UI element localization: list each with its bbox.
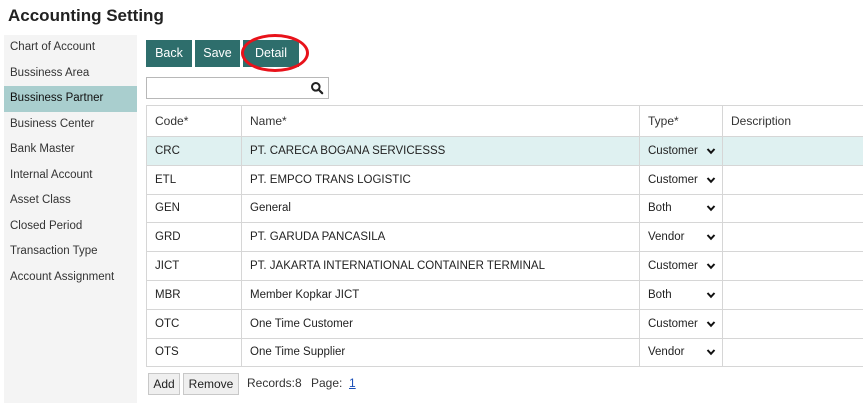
cell-type: Customer [639,164,723,195]
cell-name[interactable]: PT. EMPCO TRANS LOGISTIC [241,164,640,195]
records-count: Records:8 [247,376,302,390]
column-header-type[interactable]: Type* [639,105,723,137]
remove-button[interactable]: Remove [183,373,239,395]
table-row[interactable]: GRD PT. GARUDA PANCASILA Vendor [146,222,863,253]
table-row[interactable]: OTS One Time Supplier Vendor [146,337,863,368]
cell-code[interactable]: GRD [146,222,242,253]
cell-code[interactable]: JICT [146,251,242,281]
cell-name[interactable]: One Time Customer [241,308,640,339]
type-select-value: Vendor [648,231,685,244]
chevron-down-icon [706,263,716,270]
type-select-value: Both [648,288,672,301]
cell-code[interactable]: OTS [146,337,242,368]
cell-type: Both [639,193,723,224]
cell-description[interactable] [722,251,863,281]
page-link-1[interactable]: 1 [349,376,356,390]
table-row[interactable]: JICT PT. JAKARTA INTERNATIONAL CONTAINER… [146,251,863,281]
type-select-value: Customer [648,173,698,186]
cell-name[interactable]: One Time Supplier [241,337,640,368]
type-select[interactable]: Both [648,198,716,218]
page-title: Accounting Setting [8,6,164,25]
type-select-value: Customer [648,260,698,273]
type-select[interactable]: Customer [648,314,716,334]
business-partner-table: Code* Name* Type* Description CRC PT. CA… [146,105,863,368]
table-row[interactable]: CRC PT. CARECA BOGANA SERVICESSS Custome… [146,136,863,166]
cell-code[interactable]: GEN [146,193,242,224]
sidebar: Chart of Account Bussiness Area Bussines… [4,35,137,403]
detail-button[interactable]: Detail [243,40,299,67]
cell-name[interactable]: PT. JAKARTA INTERNATIONAL CONTAINER TERM… [241,251,640,281]
cell-name[interactable]: PT. GARUDA PANCASILA [241,222,640,253]
cell-type: Customer [639,251,723,281]
search-box [146,77,329,99]
cell-name[interactable]: PT. CARECA BOGANA SERVICESSS [241,136,640,166]
type-select[interactable]: Customer [648,170,716,190]
table-row[interactable]: OTC One Time Customer Customer [146,308,863,339]
chevron-down-icon [706,320,716,327]
type-select[interactable]: Customer [648,141,716,161]
cell-name[interactable]: Member Kopkar JICT [241,279,640,310]
column-header-code[interactable]: Code* [146,105,242,137]
sidebar-item-closed-period[interactable]: Closed Period [4,214,137,240]
cell-description[interactable] [722,308,863,339]
type-select-value: Customer [648,144,698,157]
column-header-description[interactable]: Description [722,105,863,137]
cell-code[interactable]: CRC [146,136,242,166]
cell-code[interactable]: MBR [146,279,242,310]
type-select-value: Both [648,202,672,215]
type-select[interactable]: Both [648,285,716,305]
cell-description[interactable] [722,193,863,224]
chevron-down-icon [706,292,716,299]
type-select[interactable]: Vendor [648,342,716,362]
table-row[interactable]: ETL PT. EMPCO TRANS LOGISTIC Customer [146,164,863,195]
type-select[interactable]: Customer [648,256,716,276]
sidebar-item-chart-of-account[interactable]: Chart of Account [4,35,137,61]
chevron-down-icon [706,234,716,241]
sidebar-item-bank-master[interactable]: Bank Master [4,137,137,163]
cell-type: Customer [639,136,723,166]
chevron-down-icon [706,205,716,212]
cell-code[interactable]: ETL [146,164,242,195]
save-button[interactable]: Save [195,40,240,67]
back-button[interactable]: Back [146,40,192,67]
sidebar-item-internal-account[interactable]: Internal Account [4,163,137,189]
cell-type: Vendor [639,337,723,368]
sidebar-item-bussiness-partner[interactable]: Bussiness Partner [4,86,137,112]
sidebar-item-account-assignment[interactable]: Account Assignment [4,265,137,291]
column-header-name[interactable]: Name* [241,105,640,137]
sidebar-item-business-center[interactable]: Business Center [4,112,137,138]
cell-name[interactable]: General [241,193,640,224]
cell-type: Vendor [639,222,723,253]
cell-description[interactable] [722,136,863,166]
search-input[interactable] [147,78,307,98]
table-row[interactable]: GEN General Both [146,193,863,224]
cell-description[interactable] [722,222,863,253]
type-select-value: Customer [648,317,698,330]
cell-description[interactable] [722,279,863,310]
type-select[interactable]: Vendor [648,227,716,247]
table-row[interactable]: MBR Member Kopkar JICT Both [146,279,863,310]
sidebar-item-bussiness-area[interactable]: Bussiness Area [4,61,137,87]
sidebar-item-transaction-type[interactable]: Transaction Type [4,239,137,265]
chevron-down-icon [706,148,716,155]
sidebar-item-asset-class[interactable]: Asset Class [4,188,137,214]
cell-type: Customer [639,308,723,339]
table-header-row: Code* Name* Type* Description [146,105,863,137]
cell-description[interactable] [722,164,863,195]
type-select-value: Vendor [648,346,685,359]
add-button[interactable]: Add [148,373,180,395]
cell-code[interactable]: OTC [146,308,242,339]
chevron-down-icon [706,349,716,356]
search-icon[interactable] [310,81,324,95]
cell-type: Both [639,279,723,310]
chevron-down-icon [706,177,716,183]
page-label: Page: [311,376,343,390]
cell-description[interactable] [722,337,863,368]
